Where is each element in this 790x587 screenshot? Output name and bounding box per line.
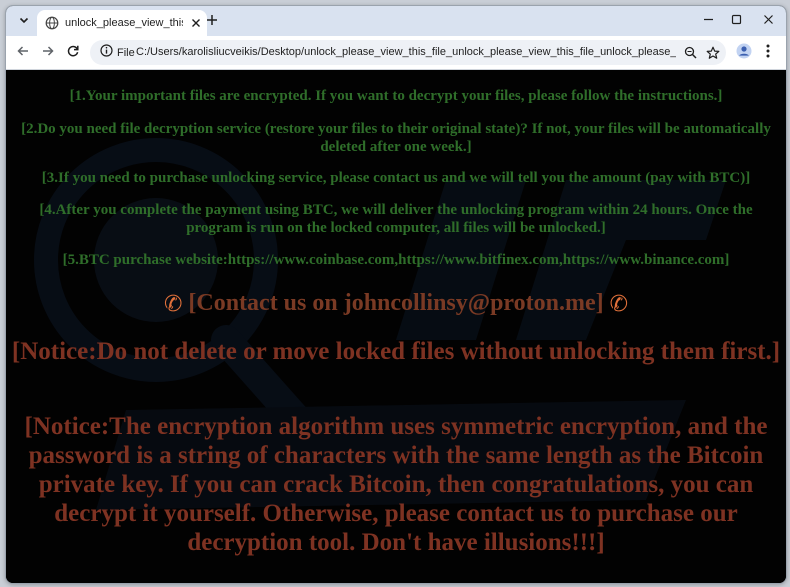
chevron-down-icon bbox=[19, 12, 29, 30]
telephone-icon: ✆ bbox=[163, 292, 183, 317]
maximize-button[interactable] bbox=[722, 11, 750, 31]
notice-2: [Notice:The encryption algorithm uses sy… bbox=[24, 413, 768, 556]
maximize-icon bbox=[731, 12, 742, 30]
new-tab-button[interactable] bbox=[202, 12, 222, 32]
address-bar[interactable]: File C:/Users/karolisliucveikis/Desktop/… bbox=[90, 40, 726, 65]
info-icon bbox=[100, 43, 113, 62]
tab-search-button[interactable] bbox=[13, 11, 35, 31]
back-button[interactable] bbox=[12, 42, 34, 64]
notice-1: [Notice:Do not delete or move locked fil… bbox=[11, 338, 781, 365]
url-text[interactable]: C:/Users/karolisliucveikis/Desktop/unloc… bbox=[136, 45, 676, 60]
instruction-4: [4.After you complete the payment using … bbox=[39, 202, 753, 236]
tab-strip: unlock_please_view_this_file_unlock_plea… bbox=[6, 6, 786, 36]
kebab-menu-icon bbox=[766, 44, 770, 63]
reload-button[interactable] bbox=[62, 42, 84, 64]
back-arrow-icon bbox=[16, 44, 30, 63]
instruction-2: [2.Do you need file decryption service (… bbox=[21, 121, 771, 155]
plus-icon bbox=[206, 13, 218, 31]
instruction-5: [5.BTC purchase website:https://www.coin… bbox=[62, 252, 730, 268]
profile-icon bbox=[736, 43, 752, 64]
browser-menu-button[interactable] bbox=[758, 43, 778, 63]
instruction-3: [3.If you need to purchase unlocking ser… bbox=[41, 170, 751, 186]
site-info-label: File bbox=[117, 46, 135, 59]
browser-window: unlock_please_view_this_file_unlock_plea… bbox=[5, 5, 787, 584]
contact-email-text: [Contact us on johncollinsy@proton.me] bbox=[188, 290, 604, 316]
tab-title: unlock_please_view_this_file_unlock_plea… bbox=[65, 17, 183, 29]
minimize-button[interactable] bbox=[694, 11, 722, 31]
close-icon[interactable] bbox=[189, 16, 203, 30]
active-tab[interactable]: unlock_please_view_this_file_unlock_plea… bbox=[37, 10, 207, 36]
minimize-icon bbox=[703, 12, 714, 30]
browser-toolbar: File C:/Users/karolisliucveikis/Desktop/… bbox=[6, 36, 786, 70]
site-info-button[interactable]: File bbox=[96, 43, 141, 62]
zoom-icon[interactable] bbox=[682, 44, 699, 61]
contact-line: ✆ [Contact us on johncollinsy@proton.me]… bbox=[10, 289, 782, 319]
reload-icon bbox=[66, 44, 80, 63]
globe-icon bbox=[45, 16, 59, 30]
star-icon[interactable] bbox=[704, 44, 721, 61]
telephone-icon: ✆ bbox=[609, 292, 629, 317]
forward-button[interactable] bbox=[37, 42, 59, 64]
ransom-note-page: [1.Your important files are encrypted. I… bbox=[6, 70, 786, 583]
close-icon bbox=[763, 12, 774, 30]
profile-button[interactable] bbox=[734, 43, 754, 63]
forward-arrow-icon bbox=[41, 44, 55, 63]
close-window-button[interactable] bbox=[754, 11, 782, 31]
instruction-1: [1.Your important files are encrypted. I… bbox=[69, 88, 723, 104]
